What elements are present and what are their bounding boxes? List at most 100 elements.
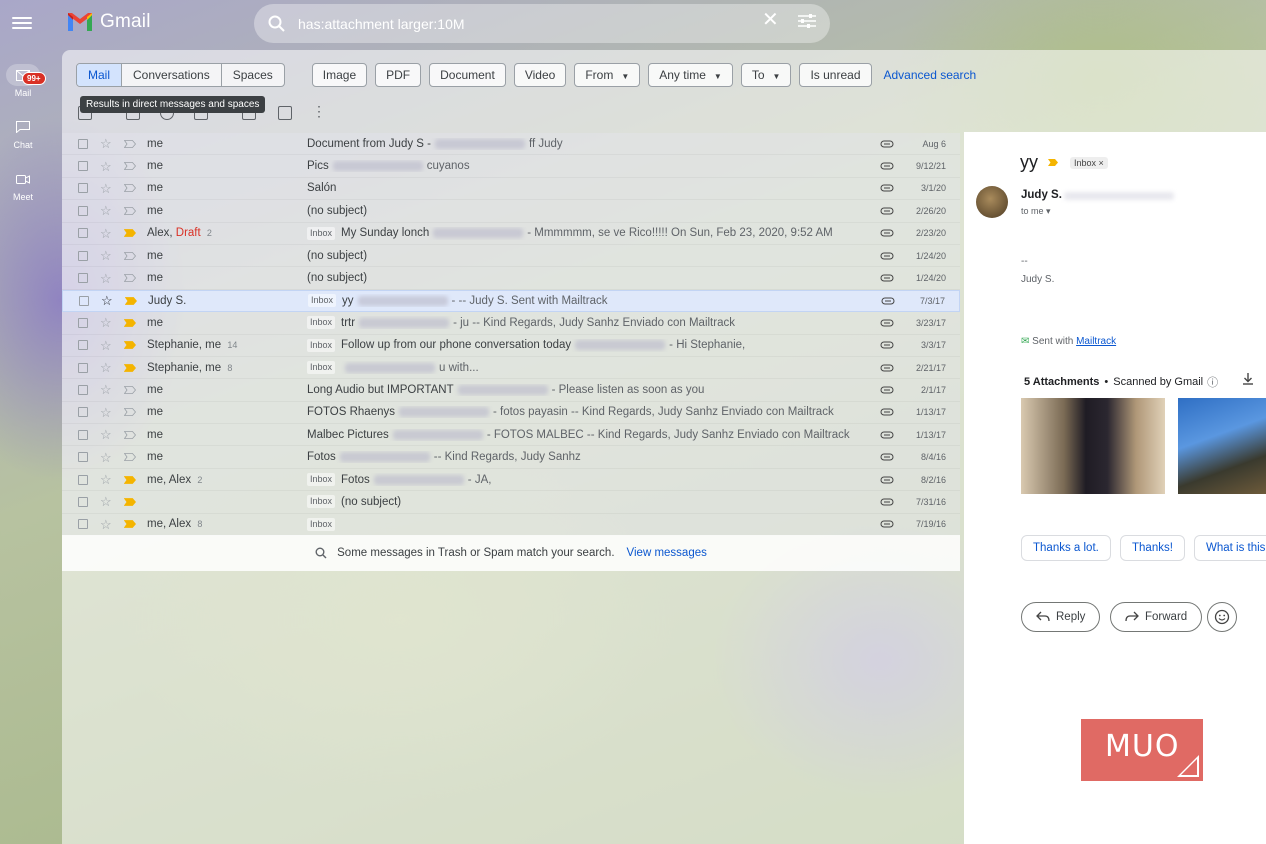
row-checkbox[interactable] <box>78 228 88 239</box>
star-icon[interactable]: ☆ <box>100 383 112 396</box>
row-inbox-label[interactable]: Inbox <box>307 361 336 375</box>
search-options-icon[interactable] <box>797 13 817 29</box>
star-icon[interactable]: ☆ <box>100 137 112 150</box>
email-row[interactable]: ☆ me FOTOS Rhaenys - fotos payasin -- Ki… <box>62 401 960 425</box>
rail-mail[interactable]: Mail 99+ <box>0 64 46 98</box>
important-marker-icon[interactable] <box>124 229 136 238</box>
email-row[interactable]: ☆ me Document from Judy S - ff Judy Aug … <box>62 133 960 156</box>
row-checkbox[interactable] <box>78 384 88 395</box>
star-icon[interactable]: ☆ <box>100 160 112 173</box>
row-checkbox[interactable] <box>78 452 88 463</box>
star-icon[interactable]: ☆ <box>100 406 112 419</box>
gmail-logo[interactable]: Gmail <box>66 11 151 33</box>
inbox-label-chip[interactable]: Inbox × <box>1070 156 1108 169</box>
filter-video-chip[interactable]: Video <box>513 63 567 87</box>
forward-button[interactable]: Forward <box>1110 602 1203 632</box>
scope-spaces-button[interactable]: Spaces <box>222 64 284 86</box>
email-row[interactable]: ☆ Inbox (no subject) 7/31/16 <box>62 491 960 514</box>
search-input[interactable] <box>298 12 738 36</box>
important-marker-icon[interactable] <box>124 430 136 439</box>
move-to-icon[interactable] <box>278 106 292 120</box>
email-row[interactable]: ☆ Stephanie, me 8 Inbox u with... 2/21/1… <box>62 356 960 380</box>
important-marker-icon[interactable] <box>124 139 136 148</box>
row-checkbox[interactable] <box>78 273 88 284</box>
star-icon[interactable]: ☆ <box>100 227 112 240</box>
search-icon[interactable] <box>268 15 286 33</box>
important-marker-icon[interactable] <box>124 498 136 506</box>
main-menu-icon[interactable] <box>12 14 32 32</box>
important-marker-icon[interactable] <box>124 274 136 282</box>
scope-mail-button[interactable]: Mail <box>77 64 123 86</box>
row-checkbox[interactable] <box>78 519 88 530</box>
important-marker-icon[interactable] <box>124 453 136 462</box>
star-icon[interactable]: ☆ <box>100 451 112 464</box>
rail-chat[interactable]: Chat <box>0 116 46 150</box>
filter-from-dropdown[interactable]: From ▼ <box>574 63 641 87</box>
email-row[interactable]: ☆ me, Alex 2 Inbox Fotos - JA, 8/2/16 <box>62 468 960 492</box>
important-marker-icon[interactable] <box>124 386 136 394</box>
row-checkbox[interactable] <box>78 317 88 328</box>
info-icon[interactable]: ⓘ <box>1207 374 1218 390</box>
advanced-search-link[interactable]: Advanced search <box>884 68 977 82</box>
star-icon[interactable]: ☆ <box>100 473 112 486</box>
row-checkbox[interactable] <box>78 161 88 172</box>
row-inbox-label[interactable]: Inbox <box>307 495 336 509</box>
email-row[interactable]: ☆ Judy S. Inbox yy - -- Judy S. Sent wit… <box>62 289 960 313</box>
row-inbox-label[interactable]: Inbox <box>307 517 336 531</box>
emoji-reaction-button[interactable] <box>1207 602 1237 632</box>
row-checkbox[interactable] <box>78 138 88 149</box>
row-checkbox[interactable] <box>78 429 88 440</box>
star-icon[interactable]: ☆ <box>100 316 112 329</box>
filter-is-unread-chip[interactable]: Is unread <box>799 63 872 87</box>
row-checkbox[interactable] <box>79 295 89 306</box>
filter-pdf-chip[interactable]: PDF <box>375 63 422 87</box>
important-marker-icon[interactable] <box>124 408 136 417</box>
email-row[interactable]: ☆ me (no subject) 1/24/20 <box>62 267 960 290</box>
email-row[interactable]: ☆ me (no subject) 1/24/20 <box>62 244 960 268</box>
important-marker-icon[interactable] <box>124 475 136 484</box>
important-marker-icon[interactable] <box>124 363 136 372</box>
important-marker-icon[interactable] <box>124 318 136 327</box>
row-checkbox[interactable] <box>78 340 88 351</box>
important-marker-icon[interactable] <box>124 341 136 350</box>
email-row[interactable]: ☆ me Fotos -- Kind Regards, Judy Sanhz 8… <box>62 446 960 469</box>
email-row[interactable]: ☆ me (no subject) 2/26/20 <box>62 200 960 223</box>
smart-reply-button[interactable]: What is this <box>1194 535 1266 561</box>
mailtrack-link[interactable]: Mailtrack <box>1076 336 1116 347</box>
download-all-icon[interactable] <box>1242 373 1254 385</box>
row-inbox-label[interactable]: Inbox <box>308 294 337 308</box>
important-marker-icon[interactable] <box>1048 159 1058 166</box>
attachment-thumbnail[interactable] <box>1178 398 1266 494</box>
filter-document-chip[interactable]: Document <box>429 63 506 87</box>
row-checkbox[interactable] <box>78 183 88 194</box>
email-row[interactable]: ☆ me Long Audio but IMPORTANT - Please l… <box>62 379 960 402</box>
row-checkbox[interactable] <box>78 362 88 373</box>
star-icon[interactable]: ☆ <box>100 182 112 195</box>
row-checkbox[interactable] <box>78 205 88 216</box>
reply-button[interactable]: Reply <box>1021 602 1101 632</box>
smart-reply-button[interactable]: Thanks a lot. <box>1021 535 1111 561</box>
star-icon[interactable]: ☆ <box>100 495 112 508</box>
star-icon[interactable]: ☆ <box>100 428 112 441</box>
row-checkbox[interactable] <box>78 407 88 418</box>
row-checkbox[interactable] <box>78 496 88 507</box>
view-messages-link[interactable]: View messages <box>627 547 707 559</box>
row-inbox-label[interactable]: Inbox <box>307 316 336 330</box>
star-icon[interactable]: ☆ <box>100 361 112 374</box>
sender-avatar[interactable] <box>976 186 1008 218</box>
important-marker-icon[interactable] <box>124 251 136 260</box>
row-checkbox[interactable] <box>78 250 88 261</box>
rail-meet[interactable]: Meet <box>0 168 46 202</box>
email-row[interactable]: ☆ me Pics cuyanos 9/12/21 <box>62 155 960 178</box>
star-icon[interactable]: ☆ <box>100 249 112 262</box>
important-marker-icon[interactable] <box>124 162 136 170</box>
important-marker-icon[interactable] <box>124 184 136 193</box>
important-marker-icon[interactable] <box>124 520 136 529</box>
star-icon[interactable]: ☆ <box>101 294 113 307</box>
email-row[interactable]: ☆ me Inbox trtr - ju -- Kind Regards, Ju… <box>62 312 960 335</box>
filter-any-time-dropdown[interactable]: Any time ▼ <box>648 63 733 87</box>
email-row[interactable]: ☆ Stephanie, me 14 Inbox Follow up from … <box>62 334 960 357</box>
row-inbox-label[interactable]: Inbox <box>307 473 336 487</box>
star-icon[interactable]: ☆ <box>100 339 112 352</box>
important-marker-icon[interactable] <box>124 206 136 215</box>
